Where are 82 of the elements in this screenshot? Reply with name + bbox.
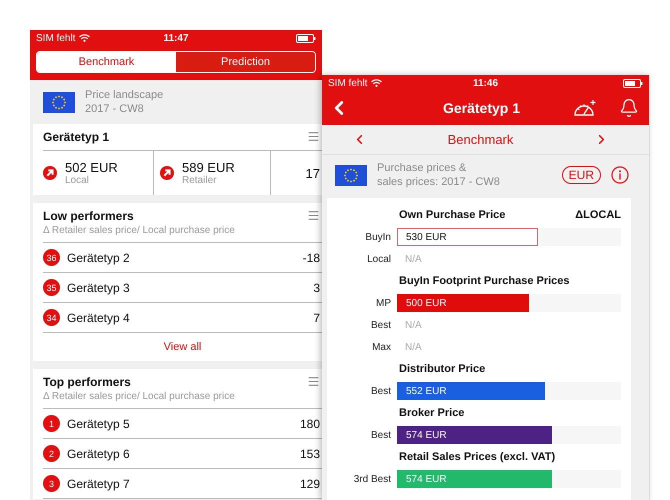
section-title: Own Purchase Price bbox=[399, 209, 506, 221]
delta-value: 153 bbox=[300, 446, 320, 460]
product-name: Gerätetyp 3 bbox=[67, 280, 131, 294]
stat-value: 589 EUR bbox=[182, 160, 235, 175]
delta-value: 129 bbox=[300, 476, 320, 490]
delta-value: -18 bbox=[302, 250, 320, 264]
section-title: BuyIn Footprint Purchase Prices bbox=[399, 275, 570, 287]
price-label: MP bbox=[375, 298, 391, 308]
product-name: Gerätetyp 4 bbox=[67, 310, 131, 324]
performer-row[interactable]: 2 Gerätetyp 6 153 bbox=[43, 439, 322, 469]
price-label: Best bbox=[370, 386, 391, 396]
speedometer-plus-icon[interactable] bbox=[573, 98, 597, 118]
card-title: Gerätetyp 1 bbox=[43, 130, 110, 144]
price-bar: 574 EUR bbox=[397, 470, 552, 488]
delta-local-label: ΔLOCAL bbox=[575, 209, 621, 221]
rank-badge: 3 bbox=[43, 475, 60, 492]
nav-title: Gerätetyp 1 bbox=[442, 100, 522, 116]
product-name: Gerätetyp 6 bbox=[67, 446, 131, 460]
header-subtitle: 2017 - CW8 bbox=[85, 102, 145, 116]
price-label: Best bbox=[370, 430, 391, 440]
carrier-label: SIM fehlt bbox=[328, 78, 368, 88]
delta-value: 3 bbox=[313, 280, 320, 294]
eu-flag-icon bbox=[43, 92, 75, 112]
stat-value: 502 EUR bbox=[65, 160, 118, 175]
rank-badge: 2 bbox=[43, 445, 60, 462]
price-label: Local bbox=[366, 254, 391, 264]
eu-flag-icon bbox=[335, 164, 367, 186]
price-label: Max bbox=[371, 342, 391, 352]
segment-tab[interactable]: Benchmark bbox=[37, 52, 176, 72]
wifi-icon bbox=[79, 34, 90, 42]
price-label: BuyIn bbox=[364, 232, 391, 242]
price-value: N/A bbox=[404, 320, 422, 330]
price-value: N/A bbox=[404, 254, 422, 264]
menu-icon[interactable] bbox=[307, 375, 320, 388]
price-value: N/A bbox=[404, 342, 422, 352]
performer-row[interactable]: 35 Gerätetyp 3 3 bbox=[43, 273, 322, 303]
performer-row[interactable]: 1 Gerätetyp 5 180 bbox=[43, 409, 322, 439]
card-title: Low performers bbox=[43, 209, 135, 223]
view-all-link[interactable]: View all bbox=[164, 341, 202, 353]
stat-label: Retailer bbox=[182, 175, 218, 186]
battery-icon bbox=[623, 78, 643, 88]
info-icon[interactable] bbox=[611, 166, 629, 184]
delta-value: 7 bbox=[313, 310, 320, 324]
performer-row[interactable]: 36 Gerätetyp 2 -18 bbox=[43, 243, 322, 273]
rank-badge: 34 bbox=[43, 309, 60, 326]
section-label: Benchmark bbox=[448, 132, 514, 147]
price-bar: 500 EUR bbox=[397, 294, 530, 312]
card-subtitle: Δ Retailer sales price/ Local purchase price bbox=[43, 391, 235, 402]
clock-time: 11:46 bbox=[472, 78, 498, 88]
price-label: Best bbox=[370, 320, 391, 330]
currency-pill[interactable]: EUR bbox=[562, 166, 601, 184]
product-name: Gerätetyp 5 bbox=[67, 416, 131, 430]
header-title: Price landscape bbox=[85, 88, 164, 102]
clock-time: 11:47 bbox=[163, 32, 189, 44]
delta-value: 180 bbox=[300, 416, 320, 430]
price-bar: 552 EUR bbox=[397, 382, 545, 400]
product-name: Gerätetyp 2 bbox=[67, 250, 131, 264]
battery-icon bbox=[296, 34, 316, 42]
rank-badge: 36 bbox=[43, 249, 60, 266]
section-title: Broker Price bbox=[399, 407, 464, 419]
performer-row[interactable]: 3 Gerätetyp 7 129 bbox=[43, 469, 322, 499]
header-subtitle: sales prices: 2017 - CW8 bbox=[377, 175, 501, 189]
segment-tab[interactable]: Prediction bbox=[176, 52, 315, 72]
section-title: Retail Sales Prices (excl. VAT) bbox=[399, 451, 556, 463]
menu-icon[interactable] bbox=[307, 209, 320, 222]
performer-row[interactable]: 34 Gerätetyp 4 7 bbox=[43, 303, 322, 333]
stat-label: Local bbox=[65, 175, 90, 186]
menu-icon[interactable] bbox=[307, 130, 320, 143]
product-name: Gerätetyp 7 bbox=[67, 476, 131, 490]
stat-value: 17 bbox=[306, 166, 320, 180]
price-bar: 530 EUR bbox=[397, 228, 538, 246]
header-title: Purchase prices & bbox=[377, 161, 468, 175]
bell-icon[interactable] bbox=[619, 98, 639, 118]
section-title: Distributor Price bbox=[399, 363, 486, 375]
wifi-icon bbox=[371, 79, 382, 87]
rank-badge: 1 bbox=[43, 415, 60, 432]
price-label: 3rd Best bbox=[352, 474, 391, 484]
carrier-label: SIM fehlt bbox=[36, 32, 76, 44]
rank-badge: 35 bbox=[43, 279, 60, 296]
price-bar: 574 EUR bbox=[397, 426, 552, 444]
card-title: Top performers bbox=[43, 375, 132, 389]
card-subtitle: Δ Retailer sales price/ Local purchase price bbox=[43, 225, 235, 236]
